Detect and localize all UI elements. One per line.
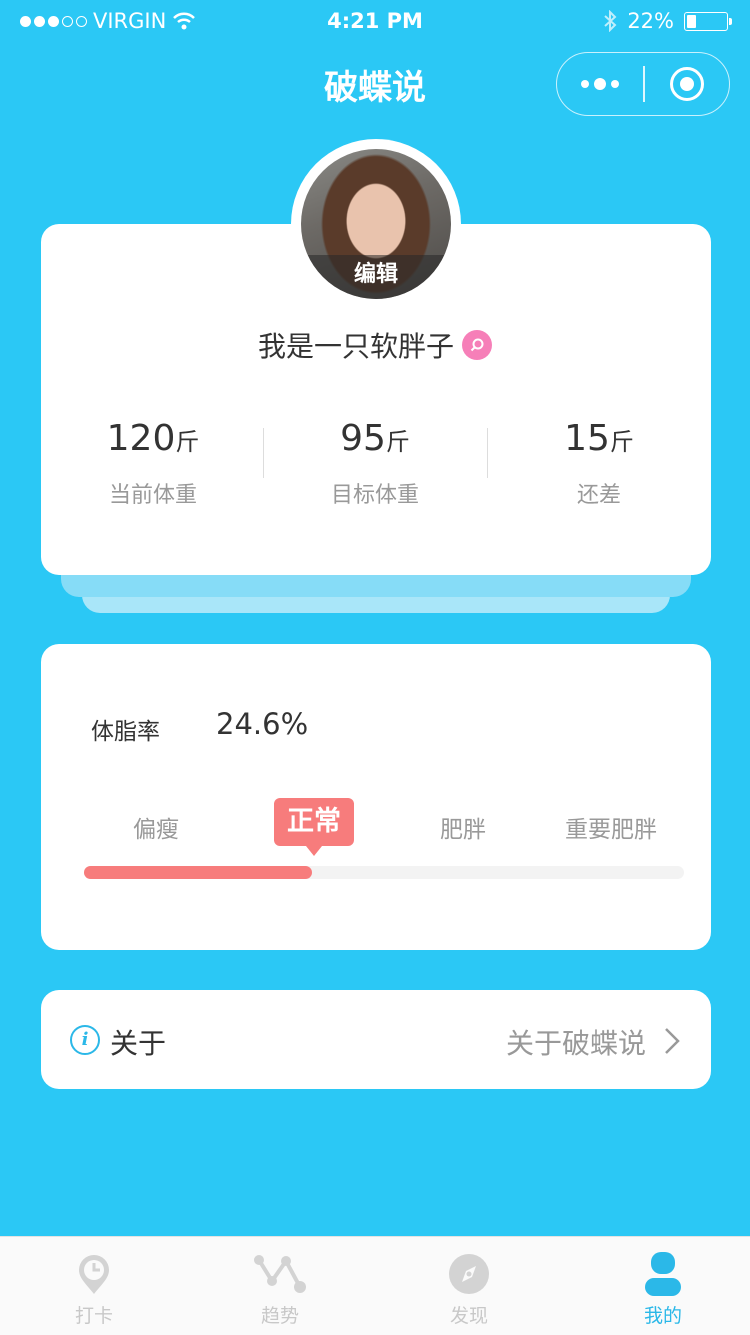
body-fat-progress-fill <box>84 866 312 879</box>
avatar[interactable]: 编辑 <box>301 149 451 299</box>
trend-icon <box>220 1249 340 1299</box>
range-normal-badge: 正常 <box>274 798 354 856</box>
avatar-ring: 编辑 <box>291 139 461 309</box>
range-obese: 重要肥胖 <box>565 817 657 843</box>
person-icon <box>603 1249 723 1299</box>
more-button[interactable] <box>557 53 643 115</box>
tab-trend[interactable]: 趋势 <box>220 1249 340 1328</box>
info-icon: i <box>70 1025 100 1055</box>
stat-label: 当前体重 <box>108 483 197 508</box>
tab-checkin[interactable]: 打卡 <box>34 1249 154 1328</box>
search-icon[interactable] <box>462 330 492 360</box>
mini-program-capsule <box>556 52 730 116</box>
compass-icon <box>409 1249 529 1299</box>
stat-current-weight: 120斤 当前体重 <box>41 418 265 509</box>
clock-pin-icon <box>34 1249 154 1299</box>
body-fat-value: 24.6% <box>216 707 309 741</box>
about-link[interactable]: 关于破蝶说 <box>460 1022 646 1062</box>
tab-label: 我的 <box>643 1305 682 1327</box>
more-dot-icon <box>594 78 606 90</box>
stat-value: 95斤 <box>340 418 410 459</box>
about-title: 关于 <box>110 1027 167 1060</box>
chevron-right-icon <box>665 1028 680 1054</box>
close-button[interactable] <box>645 67 729 101</box>
stat-label: 还差 <box>576 483 621 508</box>
stat-value: 120斤 <box>106 418 200 459</box>
tab-discover[interactable]: 发现 <box>409 1249 529 1328</box>
stat-remaining: 15斤 还差 <box>487 418 711 509</box>
battery-percent: 22% <box>627 9 674 33</box>
tab-label: 打卡 <box>74 1305 113 1327</box>
bluetooth-icon <box>604 10 617 32</box>
battery-icon <box>684 11 732 31</box>
tab-label: 发现 <box>449 1305 488 1327</box>
stat-label: 目标体重 <box>330 483 419 508</box>
body-fat-label: 体脂率 <box>91 719 160 745</box>
tab-label: 趋势 <box>260 1305 299 1327</box>
range-overweight: 肥胖 <box>440 817 486 843</box>
body-fat-progress-track <box>84 866 684 879</box>
range-underweight: 偏瘦 <box>133 817 179 843</box>
target-icon <box>670 67 704 101</box>
stat-target-weight: 95斤 目标体重 <box>263 418 487 509</box>
more-dot-icon <box>611 80 619 88</box>
more-dot-icon <box>581 80 589 88</box>
status-bar: VIRGIN 4:21 PM 22% <box>0 0 750 42</box>
tab-mine[interactable]: 我的 <box>603 1249 723 1328</box>
status-right: 22% <box>603 9 732 33</box>
battery-level <box>687 14 697 28</box>
stat-value: 15斤 <box>564 418 634 459</box>
username-row: 我是一只软胖子 <box>0 325 750 365</box>
body-fat-card <box>41 644 711 950</box>
tab-bar: 打卡 趋势 发现 我的 <box>0 1236 750 1335</box>
edit-avatar-button[interactable]: 编辑 <box>301 255 451 299</box>
username: 我是一只软胖子 <box>257 330 454 363</box>
